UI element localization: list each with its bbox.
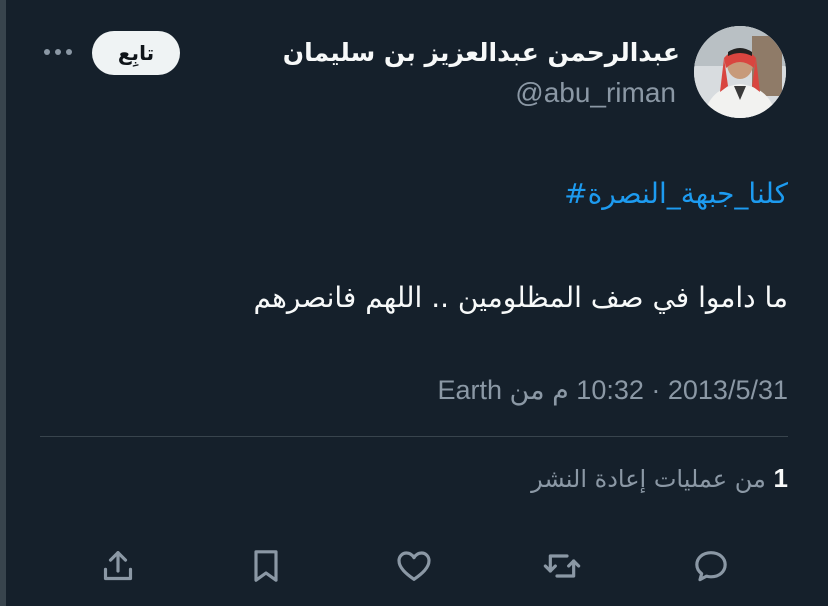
more-options-button[interactable] [40,40,76,64]
reply-button[interactable] [689,544,733,588]
author-display-name[interactable]: عبدالرحمن عبدالعزيز بن سليمان [283,36,680,70]
hashtag-link[interactable]: #كلنا_جبهة_النصرة [564,172,788,216]
share-button[interactable] [96,544,140,588]
retweet-stats[interactable]: 1 من عمليات إعادة النشر [531,458,788,499]
thread-rule [0,0,6,606]
avatar-image [694,26,786,118]
share-icon [103,551,133,581]
follow-button[interactable]: تابِع [92,31,180,75]
like-button[interactable] [392,544,436,588]
retweet-count: 1 [773,463,788,493]
divider [40,436,788,437]
heart-icon [397,551,431,581]
tweet-timestamp[interactable]: 2013/5/31 · 10:32 م من Earth [438,370,789,410]
bookmark-icon [254,550,278,582]
author-handle[interactable]: @abu_riman [515,76,676,110]
bookmark-button[interactable] [244,544,288,588]
retweet-button[interactable] [540,544,584,588]
more-dots-icon [44,49,72,55]
retweet-label: من عمليات إعادة النشر [531,465,766,493]
retweet-icon [543,554,581,578]
reply-icon [695,551,727,582]
tweet-text: ما داموا في صف المظلومين .. اللهم فانصره… [253,281,788,314]
avatar[interactable] [694,26,786,118]
